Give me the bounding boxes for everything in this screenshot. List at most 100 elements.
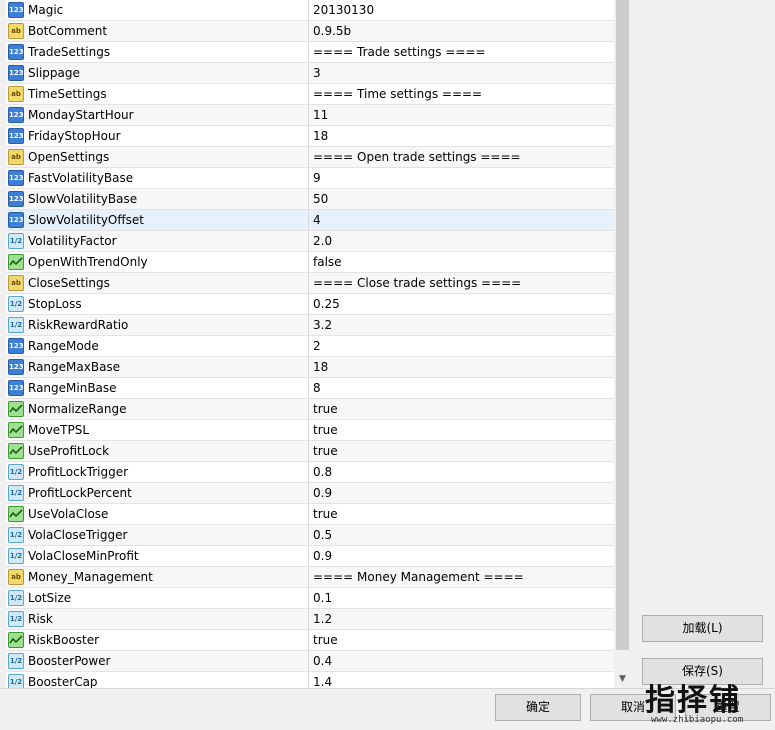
parameter-value-cell[interactable]: true (310, 399, 614, 419)
parameter-value-cell[interactable]: 50 (310, 189, 614, 209)
ok-button[interactable]: 确定 (495, 694, 581, 721)
save-button[interactable]: 保存(S) (642, 658, 763, 685)
parameter-row[interactable]: NormalizeRange true (6, 399, 614, 420)
parameter-row[interactable]: UseVolaClose true (6, 504, 614, 525)
parameter-row[interactable]: 123 Slippage 3 (6, 63, 614, 84)
parameter-name-cell[interactable]: 1/2 ProfitLockPercent (6, 483, 309, 503)
parameter-name-cell[interactable]: 123 MondayStartHour (6, 105, 309, 125)
parameter-row[interactable]: ab OpenSettings ==== Open trade settings =… (6, 147, 614, 168)
scrollbar-thumb[interactable] (616, 0, 629, 650)
parameter-name-cell[interactable]: 1/2 BoosterPower (6, 651, 309, 671)
parameter-row[interactable]: 1/2 ProfitLockPercent 0.9 (6, 483, 614, 504)
parameter-name-cell[interactable]: UseVolaClose (6, 504, 309, 524)
parameter-row[interactable]: 1/2 LotSize 0.1 (6, 588, 614, 609)
parameter-value-cell[interactable]: true (310, 441, 614, 461)
parameter-value-cell[interactable]: 2 (310, 336, 614, 356)
parameter-value-cell[interactable]: 8 (310, 378, 614, 398)
parameter-name-cell[interactable]: 123 TradeSettings (6, 42, 309, 62)
parameter-row[interactable]: ab TimeSettings ==== Time settings ==== (6, 84, 614, 105)
parameter-row[interactable]: 1/2 ProfitLockTrigger 0.8 (6, 462, 614, 483)
parameter-name-cell[interactable]: 1/2 VolatilityFactor (6, 231, 309, 251)
parameter-value-cell[interactable]: 0.4 (310, 651, 614, 671)
parameter-value-cell[interactable]: false (310, 252, 614, 272)
parameter-value-cell[interactable]: 0.1 (310, 588, 614, 608)
parameter-value-cell[interactable]: 1.4 (310, 672, 614, 688)
parameter-name-cell[interactable]: 123 RangeMode (6, 336, 309, 356)
parameter-row[interactable]: RiskBooster true (6, 630, 614, 651)
parameter-row[interactable]: 123 SlowVolatilityBase 50 (6, 189, 614, 210)
parameter-name-cell[interactable]: 123 FridayStopHour (6, 126, 309, 146)
parameter-name-cell[interactable]: RiskBooster (6, 630, 309, 650)
parameter-name-cell[interactable]: 123 RangeMaxBase (6, 357, 309, 377)
parameter-value-cell[interactable]: 0.8 (310, 462, 614, 482)
parameter-row[interactable]: 123 RangeMinBase 8 (6, 378, 614, 399)
parameter-row[interactable]: ab Money_Management ==== Money Management … (6, 567, 614, 588)
parameter-value-cell[interactable]: true (310, 630, 614, 650)
parameter-row[interactable]: 1/2 VolatilityFactor 2.0 (6, 231, 614, 252)
parameter-row[interactable]: ab CloseSettings ==== Close trade settings… (6, 273, 614, 294)
parameter-row[interactable]: UseProfitLock true (6, 441, 614, 462)
parameter-value-cell[interactable]: 1.2 (310, 609, 614, 629)
parameter-row[interactable]: 1/2 VolaCloseTrigger 0.5 (6, 525, 614, 546)
parameter-value-cell[interactable]: 4 (310, 210, 614, 230)
parameter-name-cell[interactable]: 123 FastVolatilityBase (6, 168, 309, 188)
parameter-name-cell[interactable]: MoveTPSL (6, 420, 309, 440)
parameter-value-cell[interactable]: 2.0 (310, 231, 614, 251)
parameter-name-cell[interactable]: 123 SlowVolatilityBase (6, 189, 309, 209)
parameter-name-cell[interactable]: 1/2 LotSize (6, 588, 309, 608)
parameter-row[interactable]: 123 RangeMode 2 (6, 336, 614, 357)
parameter-value-cell[interactable]: true (310, 504, 614, 524)
parameter-name-cell[interactable]: 123 Magic (6, 0, 309, 20)
parameter-value-cell[interactable]: 0.25 (310, 294, 614, 314)
parameter-name-cell[interactable]: 1/2 RiskRewardRatio (6, 315, 309, 335)
reset-button[interactable]: 重置 (685, 694, 771, 721)
parameter-value-cell[interactable]: 3 (310, 63, 614, 83)
parameter-value-cell[interactable]: ==== Money Management ==== (310, 567, 614, 587)
parameter-name-cell[interactable]: 1/2 ProfitLockTrigger (6, 462, 309, 482)
parameter-name-cell[interactable]: 1/2 BoosterCap (6, 672, 309, 688)
parameter-row[interactable]: 1/2 VolaCloseMinProfit 0.9 (6, 546, 614, 567)
parameter-row[interactable]: 123 RangeMaxBase 18 (6, 357, 614, 378)
parameter-name-cell[interactable]: 1/2 Risk (6, 609, 309, 629)
parameter-name-cell[interactable]: UseProfitLock (6, 441, 309, 461)
parameter-row[interactable]: 1/2 BoosterPower 0.4 (6, 651, 614, 672)
parameter-name-cell[interactable]: 123 SlowVolatilityOffset (6, 210, 309, 230)
vertical-scrollbar[interactable]: ▼ (614, 0, 631, 688)
parameter-value-cell[interactable]: 20130130 (310, 0, 614, 20)
parameter-name-cell[interactable]: ab BotComment (6, 21, 309, 41)
parameter-row[interactable]: 1/2 RiskRewardRatio 3.2 (6, 315, 614, 336)
parameter-name-cell[interactable]: NormalizeRange (6, 399, 309, 419)
parameter-name-cell[interactable]: OpenWithTrendOnly (6, 252, 309, 272)
parameter-value-cell[interactable]: ==== Time settings ==== (310, 84, 614, 104)
parameter-row[interactable]: MoveTPSL true (6, 420, 614, 441)
parameter-value-cell[interactable]: 0.9 (310, 483, 614, 503)
parameter-value-cell[interactable]: 0.9 (310, 546, 614, 566)
parameter-row[interactable]: 1/2 Risk 1.2 (6, 609, 614, 630)
parameter-row[interactable]: 123 FastVolatilityBase 9 (6, 168, 614, 189)
parameter-name-cell[interactable]: ab TimeSettings (6, 84, 309, 104)
parameter-value-cell[interactable]: ==== Close trade settings ==== (310, 273, 614, 293)
parameter-value-cell[interactable]: 3.2 (310, 315, 614, 335)
parameter-value-cell[interactable]: 0.9.5b (310, 21, 614, 41)
parameter-value-cell[interactable]: 0.5 (310, 525, 614, 545)
parameter-value-cell[interactable]: ==== Open trade settings ==== (310, 147, 614, 167)
parameter-name-cell[interactable]: ab OpenSettings (6, 147, 309, 167)
load-button[interactable]: 加载(L) (642, 615, 763, 642)
parameter-value-cell[interactable]: 18 (310, 357, 614, 377)
scroll-down-arrow-icon[interactable]: ▼ (614, 670, 631, 688)
parameter-row[interactable]: 1/2 BoosterCap 1.4 (6, 672, 614, 688)
parameter-row[interactable]: 123 SlowVolatilityOffset 4 (6, 210, 614, 231)
parameter-name-cell[interactable]: ab Money_Management (6, 567, 309, 587)
parameter-name-cell[interactable]: 1/2 VolaCloseTrigger (6, 525, 309, 545)
parameter-row[interactable]: 1/2 StopLoss 0.25 (6, 294, 614, 315)
parameter-value-cell[interactable]: 18 (310, 126, 614, 146)
parameter-row[interactable]: 123 FridayStopHour 18 (6, 126, 614, 147)
parameter-value-cell[interactable]: 9 (310, 168, 614, 188)
cancel-button[interactable]: 取消 (590, 694, 676, 721)
parameter-row[interactable]: ab BotComment 0.9.5b (6, 21, 614, 42)
parameter-name-cell[interactable]: 123 RangeMinBase (6, 378, 309, 398)
parameter-name-cell[interactable]: 1/2 VolaCloseMinProfit (6, 546, 309, 566)
parameter-name-cell[interactable]: ab CloseSettings (6, 273, 309, 293)
parameter-row[interactable]: 123 TradeSettings ==== Trade settings ==== (6, 42, 614, 63)
parameter-row[interactable]: 123 MondayStartHour 11 (6, 105, 614, 126)
